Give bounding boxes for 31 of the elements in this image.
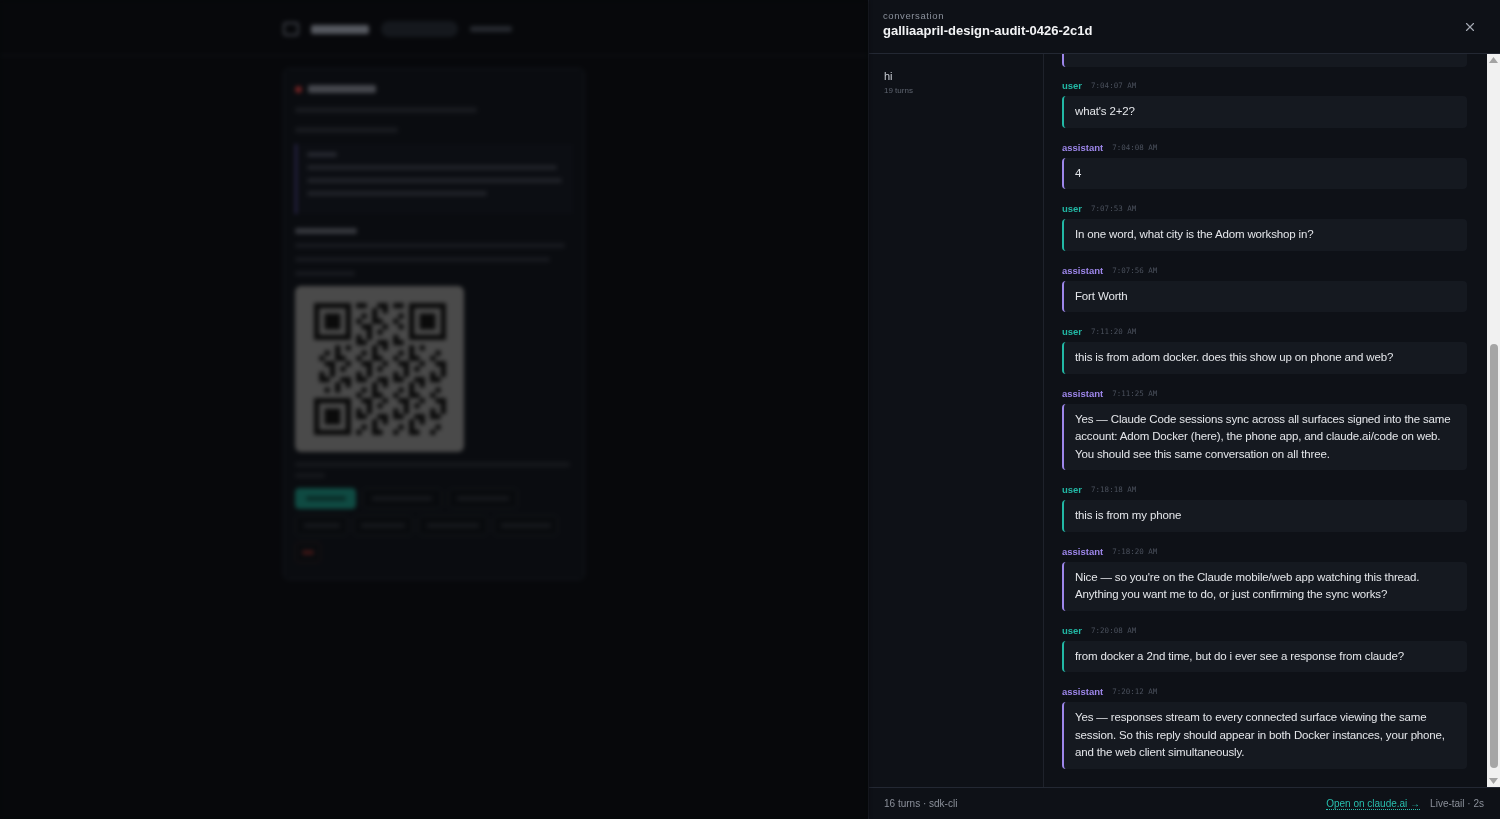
conversation-title[interactable]: hi: [884, 69, 893, 83]
message-text: Fort Worth: [1062, 280, 1467, 312]
scroll-down-icon[interactable]: [1489, 778, 1498, 784]
role-label: assistant: [1062, 264, 1104, 277]
role-label: user: [1062, 203, 1083, 215]
role-label: assistant: [1062, 387, 1104, 400]
message-text: 4: [1062, 157, 1467, 189]
role-label: assistant: [1062, 545, 1104, 558]
role-label: user: [1062, 484, 1083, 496]
turn-summary: 16 turns · sdk-cli: [884, 798, 958, 809]
role-label: assistant: [1062, 686, 1104, 698]
drawer-title: galliaapril-design-audit-0426-2c1d: [883, 23, 1093, 39]
message-text: Yes — Claude Code sessions sync across all surfaces signed into the same account: Adom Docker (here), the phone app, and claude.ai/code on web. You should see this same conversation on all three.: [1062, 403, 1467, 470]
message-text: Yes — responses stream to every connected surface viewing the same session. So this reply should appear in both Docker instances, your phone, and the web client simultaneously.: [1062, 702, 1467, 769]
message-text: this is from my phone: [1062, 500, 1467, 532]
role-label: assistant: [1062, 141, 1104, 154]
turn-count: 19 turns: [884, 85, 913, 96]
message-text: from docker a 2nd time, but do i ever see a response from claude?: [1062, 640, 1467, 672]
scroll-up-icon[interactable]: [1489, 57, 1498, 63]
message-text: Nice — so you're on the Claude mobile/web app watching this thread. Anything you want me to do, or just confirming the sync works?: [1062, 561, 1467, 611]
message-text: In one word, what city is the Adom workshop in?: [1062, 219, 1467, 251]
scrollbar-thumb[interactable]: [1489, 344, 1498, 768]
message-text: what's 2+2?: [1062, 96, 1467, 128]
open-link[interactable]: Open on claude.ai →: [1326, 797, 1421, 810]
live-tail-status: Live-tail · 2s: [1430, 798, 1484, 809]
drawer-label: conversation: [883, 10, 946, 22]
role-label: user: [1062, 624, 1083, 637]
role-label: user: [1062, 326, 1083, 338]
scrollbar[interactable]: [1487, 54, 1500, 787]
role-label: user: [1062, 80, 1083, 92]
message-text: this is from adom docker. does this show up on phone and web?: [1062, 342, 1467, 374]
